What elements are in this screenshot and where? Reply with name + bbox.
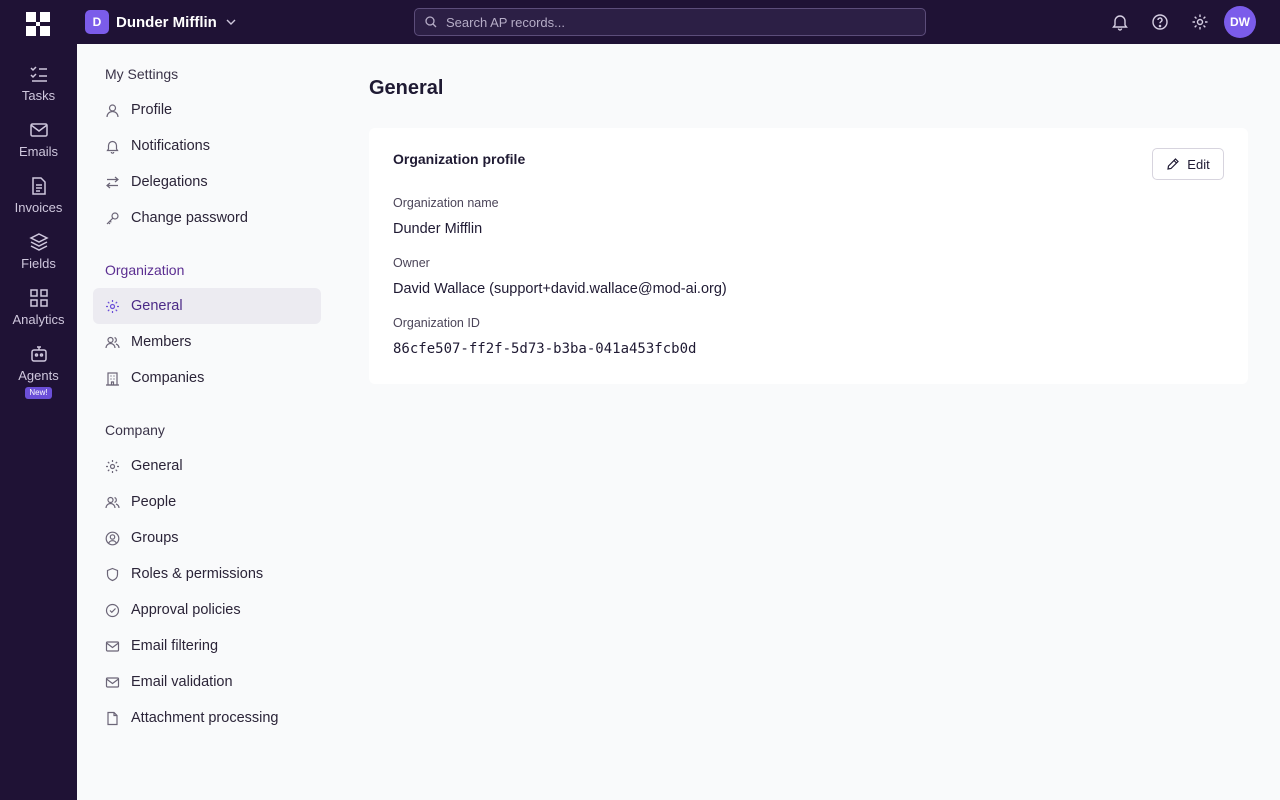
help-icon[interactable]: [1151, 13, 1169, 31]
rail-item-agents[interactable]: Agents New!: [0, 344, 77, 399]
mail-icon: [29, 123, 48, 137]
field-value-org-name: Dunder Mifflin: [393, 221, 483, 237]
rail-label: Agents: [18, 368, 59, 383]
nav-item-label: People: [131, 494, 177, 510]
nav-item-label: Profile: [131, 102, 173, 118]
field-label-owner: Owner: [393, 256, 430, 270]
edit-button[interactable]: Edit: [1152, 148, 1224, 180]
nav-item-label: Email filtering: [131, 638, 219, 654]
nav-item-roles-permissions[interactable]: Roles & permissions: [93, 556, 321, 592]
rail-item-analytics[interactable]: Analytics: [0, 288, 77, 327]
rail-item-invoices[interactable]: Invoices: [0, 176, 77, 215]
search-input[interactable]: [446, 14, 906, 30]
bell-icon[interactable]: [1111, 13, 1129, 31]
grid-icon: [29, 289, 48, 307]
nav-item-email-filtering[interactable]: Email filtering: [93, 628, 321, 664]
users-icon: [105, 336, 120, 348]
nav-item-delegations[interactable]: Delegations: [93, 164, 321, 200]
edit-label: Edit: [1187, 156, 1210, 172]
nav-item-label: Roles & permissions: [131, 566, 264, 582]
nav-item-approval-policies[interactable]: Approval policies: [93, 592, 321, 628]
field-value-owner: David Wallace (support+david.wallace@mod…: [393, 281, 727, 297]
gear-icon[interactable]: [1191, 13, 1209, 31]
section-heading-company: Company: [105, 422, 165, 438]
nav-item-label: Email validation: [131, 674, 233, 690]
nav-item-change-password[interactable]: Change password: [93, 200, 321, 236]
organization-profile-card: Organization profile Edit Organization n…: [369, 128, 1248, 384]
shield-icon: [106, 567, 119, 581]
file-icon: [107, 711, 118, 725]
section-heading-organization: Organization: [105, 262, 185, 278]
layers-icon: [28, 233, 49, 251]
section-heading-my-settings: My Settings: [105, 66, 179, 82]
nav-item-label: Delegations: [131, 174, 208, 190]
rail-item-fields[interactable]: Fields: [0, 232, 77, 271]
key-icon: [106, 211, 119, 224]
check-circle-icon: [105, 603, 120, 617]
chevron-down-icon: [226, 19, 236, 25]
nav-item-attachment-processing[interactable]: Attachment processing: [93, 700, 321, 736]
nav-item-label: General: [131, 298, 183, 314]
field-value-org-id: 86cfe507-ff2f-5d73-b3ba-041a453fcb0d: [393, 341, 697, 357]
nav-item-label: General: [131, 458, 183, 474]
settings-nav: My Settings Profile Notifications Delega…: [77, 44, 332, 800]
gear-icon: [106, 299, 119, 313]
nav-item-label: Companies: [131, 370, 205, 386]
card-title: Organization profile: [393, 151, 526, 167]
app-logo-icon[interactable]: [26, 12, 50, 36]
org-switcher[interactable]: D Dunder Mifflin: [85, 10, 237, 34]
tasks-icon: [29, 66, 47, 82]
gear-icon: [106, 459, 119, 473]
user-avatar[interactable]: DW: [1224, 6, 1256, 38]
rail-item-emails[interactable]: Emails: [0, 120, 77, 159]
nav-item-label: Members: [131, 334, 192, 350]
rail-label: Fields: [21, 256, 56, 271]
top-bar: D Dunder Mifflin DW: [77, 0, 1280, 44]
nav-item-label: Attachment processing: [131, 710, 279, 726]
nav-item-label: Groups: [131, 530, 179, 546]
rail-label: Tasks: [21, 88, 56, 103]
document-icon: [31, 177, 46, 195]
building-icon: [106, 371, 119, 386]
nav-item-groups[interactable]: Groups: [93, 520, 321, 556]
user-circle-icon: [105, 531, 120, 545]
mail-icon: [105, 640, 120, 652]
nav-item-members[interactable]: Members: [93, 324, 321, 360]
nav-item-label: Change password: [131, 210, 248, 226]
nav-item-companies[interactable]: Companies: [93, 360, 321, 396]
users-icon: [105, 496, 120, 508]
mail-icon: [105, 676, 120, 688]
left-rail: Tasks Emails Invoices Fields Analytics A…: [0, 0, 77, 800]
rail-item-tasks[interactable]: Tasks: [0, 64, 77, 103]
user-icon: [106, 103, 119, 117]
pencil-icon: [1167, 158, 1180, 170]
swap-icon: [106, 176, 119, 188]
org-avatar: D: [85, 10, 109, 34]
search-icon: [425, 16, 437, 28]
robot-icon: [30, 346, 47, 362]
nav-item-notifications[interactable]: Notifications: [93, 128, 321, 164]
new-badge: New!: [25, 387, 52, 399]
search-bar[interactable]: [414, 8, 926, 36]
nav-item-org-general[interactable]: General: [93, 288, 321, 324]
nav-item-label: Notifications: [131, 138, 210, 154]
rail-label: Analytics: [12, 312, 65, 327]
nav-item-people[interactable]: People: [93, 484, 321, 520]
page-title: General: [369, 77, 444, 99]
rail-label: Emails: [18, 144, 58, 159]
nav-item-label: Approval policies: [131, 602, 241, 618]
org-name: Dunder Mifflin: [116, 13, 217, 31]
nav-item-company-general[interactable]: General: [93, 448, 321, 484]
field-label-org-name: Organization name: [393, 196, 499, 210]
nav-item-email-validation[interactable]: Email validation: [93, 664, 321, 700]
bell-icon: [106, 140, 119, 154]
field-label-org-id: Organization ID: [393, 316, 480, 330]
rail-label: Invoices: [14, 200, 63, 215]
nav-item-profile[interactable]: Profile: [93, 92, 321, 128]
